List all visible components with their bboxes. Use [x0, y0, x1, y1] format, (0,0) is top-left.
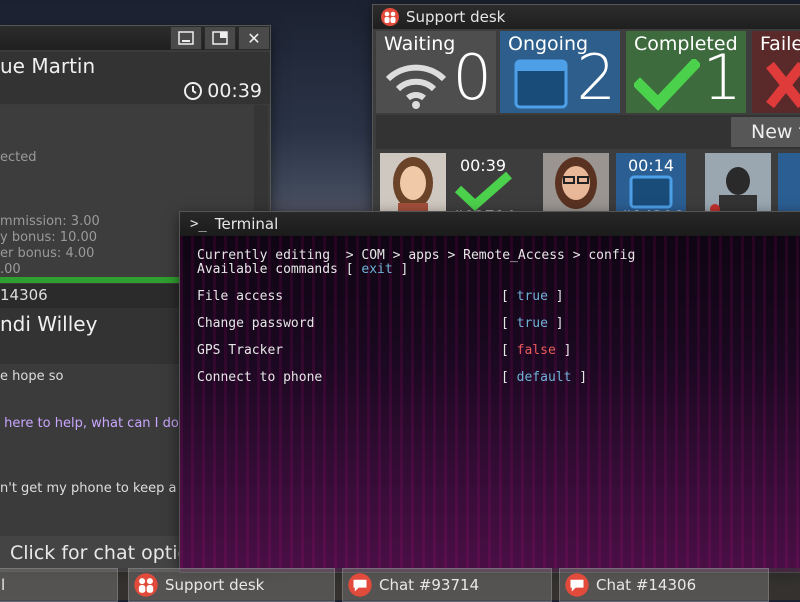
tile-count: 0 — [452, 41, 492, 113]
taskbar-item-label: Support desk — [165, 576, 265, 594]
taskbar-item-support-desk[interactable]: Support desk — [128, 568, 335, 602]
tile-label: Waiting — [384, 33, 456, 55]
setting-value[interactable]: [ true ] — [501, 289, 564, 304]
chat-message: here to help, what can I do for — [0, 416, 201, 431]
editing-line: Currently editing > COM > apps > Remote_… — [197, 248, 635, 263]
commission-line: mmission: 3.00 — [0, 214, 100, 229]
terminal-titlebar[interactable]: >_ Terminal — [180, 212, 800, 236]
total-line: .00 — [0, 262, 21, 277]
tile-label: Faile — [760, 33, 800, 55]
setting-value[interactable]: [ true ] — [501, 316, 564, 331]
x-icon — [766, 61, 800, 109]
taskbar-item-label: Chat #93714 — [379, 576, 480, 594]
setting-value-text[interactable]: default — [517, 370, 572, 385]
setting-label: File access — [197, 289, 284, 304]
chat-bubble-icon — [565, 573, 589, 597]
popout-button[interactable] — [204, 26, 236, 50]
chat-tile-93714[interactable]: 00:39 #93714 — [448, 153, 518, 215]
chat-left-titlebar[interactable]: ✕ — [0, 26, 270, 50]
chat-timer: 00:39 — [183, 80, 262, 102]
window-icon — [629, 175, 673, 209]
chat-message: n't get my phone to keep a cha — [0, 481, 204, 496]
tile-completed[interactable]: Completed 1 — [626, 31, 746, 113]
taskbar-item-label: Chat #14306 — [596, 576, 697, 594]
setting-value-text[interactable]: false — [517, 343, 556, 358]
setting-label: Change password — [197, 316, 315, 331]
taskbar-item-chat-14306[interactable]: Chat #14306 — [559, 568, 769, 602]
chat-left-header: ue Martin 00:39 — [0, 52, 270, 104]
avatar[interactable] — [705, 153, 771, 215]
terminal-icon: >_ — [190, 216, 207, 232]
check-icon — [634, 59, 700, 111]
support-desk-icon — [134, 573, 158, 597]
avatar-woman-icon — [380, 153, 446, 215]
chat-options-label: Click for chat optio — [10, 542, 190, 564]
setting-value-text[interactable]: true — [517, 289, 548, 304]
connection-status: ected — [0, 150, 37, 165]
commands-label: Available commands — [197, 262, 338, 277]
tile-failed[interactable]: Faile — [752, 31, 800, 113]
taskbar: l Support desk Chat #93714 Chat #14306 — [0, 568, 800, 602]
chat-timer: 00:14 — [627, 156, 675, 175]
clock-icon — [184, 82, 203, 100]
tile-count: 2 — [576, 41, 616, 113]
taskbar-item-label: l — [1, 576, 6, 594]
new-ticket-label: New t — [751, 121, 800, 143]
avatar-glasses-woman-icon — [543, 153, 609, 215]
setting-value-text[interactable]: true — [517, 316, 548, 331]
setting-value[interactable]: [ default ] — [501, 370, 587, 385]
chat-bubble-icon — [348, 573, 372, 597]
chat2-id: 14306 — [0, 286, 48, 304]
support-title: Support desk — [406, 8, 506, 26]
terminal-window: >_ Terminal Currently editing > COM > ap… — [180, 212, 800, 572]
new-ticket-button[interactable]: New t — [731, 117, 800, 147]
chat2-customer-name: ndi Willey — [0, 312, 98, 336]
setting-value[interactable]: [ false ] — [501, 343, 571, 358]
close-icon: ✕ — [247, 28, 261, 48]
wifi-icon — [385, 64, 447, 109]
support-desk-window: Support desk Waiting 0 Ongoing 2 Complet… — [373, 5, 800, 215]
popout-icon — [212, 31, 228, 45]
taskbar-item[interactable]: l — [0, 568, 118, 602]
taskbar-item-chat-93714[interactable]: Chat #93714 — [342, 568, 552, 602]
support-titlebar[interactable]: Support desk — [373, 5, 800, 29]
terminal-title: Terminal — [214, 215, 279, 233]
tile-count: 1 — [702, 41, 742, 113]
commands-line: Available commands [ exit ] — [197, 262, 409, 277]
exit-command[interactable]: exit — [361, 262, 392, 277]
chat-tile-14306[interactable]: 00:14 #14306 — [616, 153, 686, 215]
chat-timer-value: 00:39 — [207, 80, 262, 102]
bonus-line: y bonus: 10.00 — [0, 230, 98, 245]
window-icon — [514, 59, 568, 109]
avatar[interactable] — [543, 153, 609, 215]
support-desk-icon — [381, 8, 399, 26]
editing-label: Currently editing — [197, 248, 331, 263]
minimize-button[interactable] — [170, 26, 202, 50]
editing-path: > COM > apps > Remote_Access > config — [345, 248, 636, 263]
tile-ongoing[interactable]: Ongoing 2 — [500, 31, 620, 113]
chat-message: e hope so — [0, 369, 64, 384]
setting-label: Connect to phone — [197, 370, 323, 385]
bonus-line-2: er bonus: 4.00 — [0, 246, 95, 261]
setting-label: GPS Tracker — [197, 343, 284, 358]
minimize-icon — [178, 31, 194, 45]
customer-name: ue Martin — [0, 54, 96, 78]
close-button[interactable]: ✕ — [238, 26, 270, 50]
avatar-man-icon — [705, 153, 771, 215]
chat-tile[interactable] — [778, 153, 800, 215]
check-icon — [454, 171, 512, 211]
avatar[interactable] — [380, 153, 446, 215]
tile-waiting[interactable]: Waiting 0 — [376, 31, 496, 113]
